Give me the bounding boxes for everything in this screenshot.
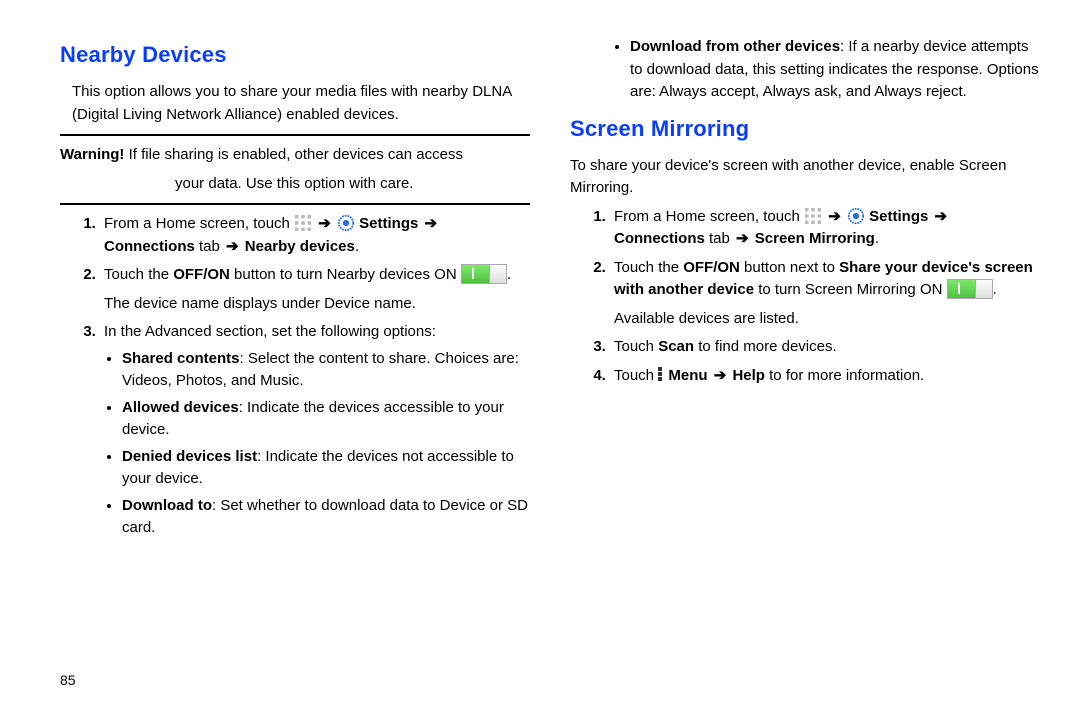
steps-list-left: From a Home screen, touch ➔ Settings ➔ C… — [60, 213, 530, 540]
bullet-download-to: Download to: Set whether to download dat… — [122, 495, 530, 540]
on-switch-icon — [947, 279, 993, 299]
divider-bottom — [60, 203, 530, 205]
step-2: Touch the OFF/ON button to turn Nearby d… — [100, 264, 530, 315]
bullet-label: Denied devices list — [122, 448, 257, 465]
right-column: Download from other devices: If a nearby… — [570, 30, 1040, 546]
step2-c: . — [507, 266, 511, 283]
divider-top — [60, 134, 530, 136]
step3-intro: In the Advanced section, set the followi… — [104, 323, 436, 340]
arrow-icon: ➔ — [828, 208, 841, 225]
step2-d: . — [993, 281, 997, 298]
step2-c: to turn Screen Mirroring ON — [754, 281, 947, 298]
step4-menu: Menu — [664, 367, 712, 384]
step2-a: Touch the — [104, 266, 173, 283]
step2-offon: OFF/ON — [173, 266, 230, 283]
step2-b: button to turn Nearby devices ON — [230, 266, 461, 283]
warning-line1: Warning! If file sharing is enabled, oth… — [60, 144, 530, 167]
step4-b: to for more information. — [765, 367, 924, 384]
step3-b: to find more devices. — [694, 338, 837, 355]
heading-screen-mirroring: Screen Mirroring — [570, 112, 1040, 145]
step1-settings: Settings — [865, 208, 933, 225]
step1-sm: Screen Mirroring — [751, 230, 875, 247]
gear-icon — [337, 214, 355, 232]
arrow-icon: ➔ — [736, 230, 749, 247]
step1-pre: From a Home screen, touch — [614, 208, 804, 225]
apps-icon — [804, 207, 822, 225]
arrow-icon: ➔ — [714, 367, 727, 384]
step1-connections: Connections — [104, 238, 195, 255]
warning-line2: your data. Use this option with care. — [175, 173, 530, 196]
intro-text: This option allows you to share your med… — [72, 81, 530, 126]
step4-help: Help — [728, 367, 765, 384]
step-1: From a Home screen, touch ➔ Settings ➔ C… — [100, 213, 530, 258]
arrow-icon: ➔ — [226, 238, 239, 255]
bullet-label: Download from other devices — [630, 38, 840, 55]
manual-page: Nearby Devices This option allows you to… — [0, 0, 1080, 556]
arrow-icon: ➔ — [935, 208, 948, 225]
step2-offon: OFF/ON — [683, 259, 740, 276]
step2-b: button next to — [740, 259, 839, 276]
on-switch-icon — [461, 264, 507, 284]
warning-text-1: If file sharing is enabled, other device… — [124, 146, 463, 163]
menu-icon — [658, 366, 664, 383]
step1-tab: tab — [705, 230, 734, 247]
heading-nearby-devices: Nearby Devices — [60, 38, 530, 71]
warning-label: Warning! — [60, 146, 124, 163]
bullet-denied-devices: Denied devices list: Indicate the device… — [122, 446, 530, 491]
step-2-right: Touch the OFF/ON button next to Share yo… — [610, 257, 1040, 331]
options-bullets: Shared contents: Select the content to s… — [104, 348, 530, 540]
intro-text-right: To share your device's screen with anoth… — [570, 155, 1040, 200]
step-3-right: Touch Scan to find more devices. — [610, 336, 1040, 359]
bullet-download-from-others: Download from other devices: If a nearby… — [630, 36, 1040, 104]
step1-connections: Connections — [614, 230, 705, 247]
gear-icon — [847, 207, 865, 225]
bullet-shared-contents: Shared contents: Select the content to s… — [122, 348, 530, 393]
left-column: Nearby Devices This option allows you to… — [60, 30, 530, 546]
step2-extra: Available devices are listed. — [614, 308, 1040, 331]
step1-nearby: Nearby devices — [241, 238, 355, 255]
arrow-icon: ➔ — [318, 215, 331, 232]
step-3: In the Advanced section, set the followi… — [100, 321, 530, 540]
step1-settings: Settings — [355, 215, 423, 232]
arrow-icon: ➔ — [425, 215, 438, 232]
step4-a: Touch — [614, 367, 658, 384]
page-number: 85 — [60, 672, 76, 688]
bullet-label: Allowed devices — [122, 399, 239, 416]
bullet-label: Download to — [122, 497, 212, 514]
steps-list-right: From a Home screen, touch ➔ Settings ➔ C… — [570, 206, 1040, 388]
step1-pre: From a Home screen, touch — [104, 215, 294, 232]
step2-extra: The device name displays under Device na… — [104, 293, 530, 316]
step2-a: Touch the — [614, 259, 683, 276]
bullet-label: Shared contents — [122, 350, 240, 367]
continued-bullets: Download from other devices: If a nearby… — [570, 36, 1040, 104]
bullet-allowed-devices: Allowed devices: Indicate the devices ac… — [122, 397, 530, 442]
apps-icon — [294, 214, 312, 232]
step-4-right: Touch Menu ➔ Help to for more informatio… — [610, 365, 1040, 388]
step3-scan: Scan — [658, 338, 694, 355]
step1-tab: tab — [195, 238, 224, 255]
step3-a: Touch — [614, 338, 658, 355]
step-1-right: From a Home screen, touch ➔ Settings ➔ C… — [610, 206, 1040, 251]
